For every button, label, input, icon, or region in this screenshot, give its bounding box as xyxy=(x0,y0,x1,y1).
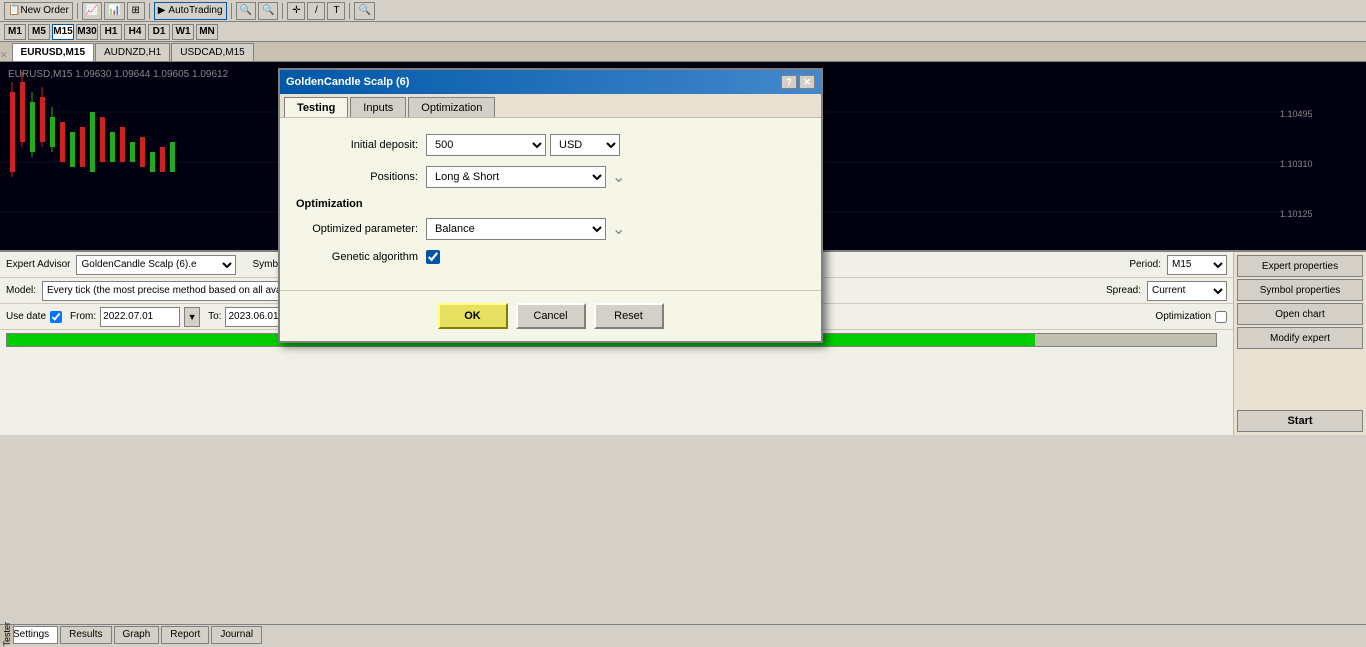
cancel-button[interactable]: Cancel xyxy=(516,303,586,329)
optimization-section: Optimization Optimized parameter: Balanc… xyxy=(296,198,805,264)
modal-close-button[interactable]: ✕ xyxy=(799,75,815,89)
optimized-parameter-label: Optimized parameter: xyxy=(296,223,426,235)
initial-deposit-select[interactable]: 500 xyxy=(426,134,546,156)
genetic-algorithm-checkbox[interactable] xyxy=(426,250,440,264)
initial-deposit-label: Initial deposit: xyxy=(296,139,426,151)
modal-titlebar-buttons: ? ✕ xyxy=(781,75,815,89)
positions-dropdown-icon: ⌄ xyxy=(612,167,625,187)
modal-tab-testing[interactable]: Testing xyxy=(284,97,348,117)
modal-titlebar: GoldenCandle Scalp (6) ? ✕ xyxy=(280,70,821,94)
modal-dialog: GoldenCandle Scalp (6) ? ✕ Testing Input… xyxy=(278,68,823,343)
modal-content: Initial deposit: 500 USD EUR GBP Positio… xyxy=(280,118,821,290)
genetic-algorithm-row: Genetic algorithm xyxy=(296,250,805,264)
positions-select[interactable]: Long & Short Long only Short only xyxy=(426,166,606,188)
ok-button[interactable]: OK xyxy=(438,303,508,329)
positions-label: Positions: xyxy=(296,171,426,183)
optimization-section-label: Optimization xyxy=(296,198,805,210)
reset-button[interactable]: Reset xyxy=(594,303,664,329)
optimized-parameter-row: Optimized parameter: Balance Profit Fact… xyxy=(296,218,805,240)
initial-deposit-row: Initial deposit: 500 USD EUR GBP xyxy=(296,134,805,156)
positions-row: Positions: Long & Short Long only Short … xyxy=(296,166,805,188)
modal-overlay: GoldenCandle Scalp (6) ? ✕ Testing Input… xyxy=(0,0,1366,644)
genetic-algorithm-label: Genetic algorithm xyxy=(296,251,426,263)
optimized-parameter-select[interactable]: Balance Profit Factor Expected Payoff Ma… xyxy=(426,218,606,240)
optimized-dropdown-icon: ⌄ xyxy=(612,219,625,239)
modal-tab-optimization[interactable]: Optimization xyxy=(408,97,495,117)
modal-tabs: Testing Inputs Optimization xyxy=(280,94,821,118)
modal-help-button[interactable]: ? xyxy=(781,75,797,89)
modal-buttons: OK Cancel Reset xyxy=(280,290,821,341)
modal-tab-inputs[interactable]: Inputs xyxy=(350,97,406,117)
modal-title: GoldenCandle Scalp (6) xyxy=(286,76,409,88)
currency-select[interactable]: USD EUR GBP xyxy=(550,134,620,156)
